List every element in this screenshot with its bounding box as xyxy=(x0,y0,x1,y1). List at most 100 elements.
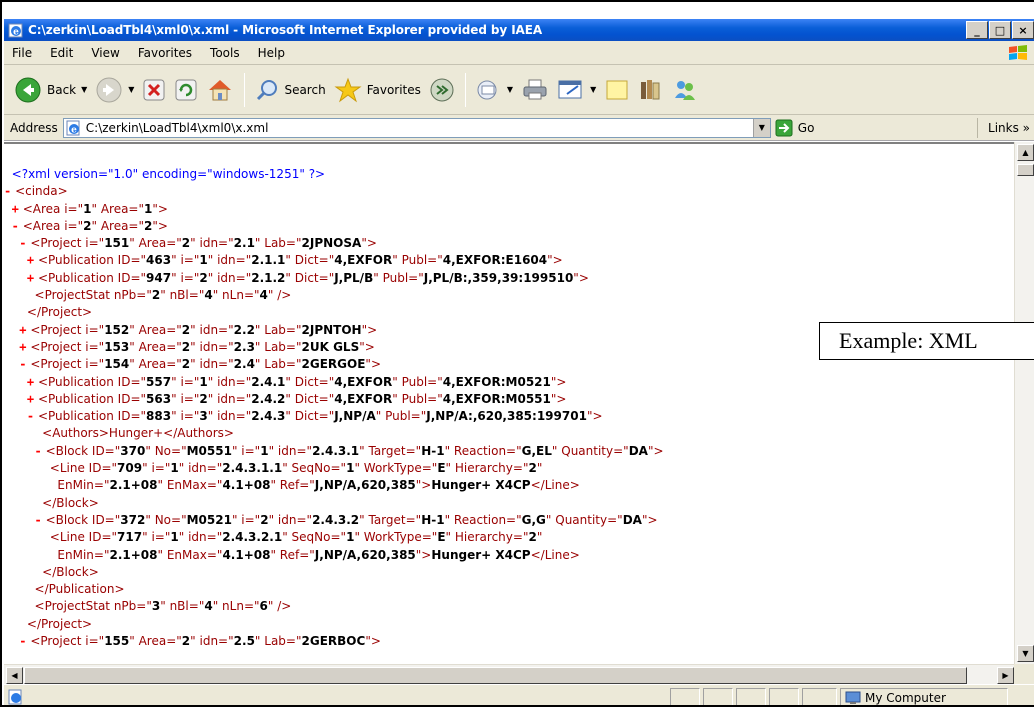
xml-line: <ProjectStat nPb="2" nBl="4" nLn="4" /> xyxy=(34,288,292,303)
xml-line: <Line ID="709" i="1" idn="2.4.3.1.1" Seq… xyxy=(49,461,543,476)
xml-line[interactable]: + <Publication ID="947" i="2" idn="2.1.2… xyxy=(4,270,664,287)
standard-toolbar: Back ▼ ▼ Search Favorites ▼ ▼ xyxy=(4,65,1034,115)
minimize-icon: _ xyxy=(974,23,980,37)
security-zone: My Computer xyxy=(840,688,1008,705)
xml-line: </Block> xyxy=(42,564,99,579)
minimize-button[interactable]: _ xyxy=(966,21,988,39)
horizontal-scrollbar[interactable]: ◀ ▶ xyxy=(4,664,1016,684)
page-icon: e xyxy=(66,120,80,135)
mail-icon xyxy=(477,80,497,99)
back-arrow-icon xyxy=(15,77,41,102)
messenger-icon xyxy=(675,80,696,100)
xml-line: </Publication> xyxy=(34,582,125,597)
media-icon xyxy=(430,78,454,101)
go-button[interactable]: Go xyxy=(775,119,815,137)
xml-line: <?xml version="1.0" encoding="windows-12… xyxy=(11,167,326,181)
go-label: Go xyxy=(797,120,815,135)
xml-line[interactable]: + <Project i="153" Area="2" idn="2.3" La… xyxy=(4,339,664,356)
toolbar-separator xyxy=(464,72,466,107)
address-label: Address xyxy=(10,120,58,135)
xml-tree: <?xml version="1.0" encoding="windows-12… xyxy=(4,166,664,650)
print-button[interactable] xyxy=(517,70,553,110)
window-title: C:\zerkin\LoadTbl4\xml0\x.xml - Microsof… xyxy=(28,23,543,37)
maximize-icon: □ xyxy=(994,23,1006,37)
xml-line[interactable]: + <Area i="1" Area="1"> xyxy=(4,201,664,218)
back-button[interactable]: Back ▼ xyxy=(10,70,91,110)
my-computer-icon xyxy=(845,691,861,704)
menu-file[interactable]: File xyxy=(4,46,41,60)
xml-line[interactable]: - <Publication ID="883" i="3" idn="2.4.3… xyxy=(4,408,664,425)
status-cell xyxy=(736,688,766,705)
menu-tools[interactable]: Tools xyxy=(201,46,249,60)
menu-help[interactable]: Help xyxy=(249,46,294,60)
print-icon xyxy=(523,79,547,99)
xml-line: </Block> xyxy=(42,495,99,510)
menu-favorites[interactable]: Favorites xyxy=(129,46,201,60)
home-icon xyxy=(209,79,232,100)
mail-button[interactable]: ▼ xyxy=(472,70,517,110)
xml-line[interactable]: + <Publication ID="557" i="1" idn="2.4.1… xyxy=(4,374,664,391)
toolbar-separator xyxy=(244,72,246,107)
xml-line[interactable]: - <Area i="2" Area="2"> xyxy=(4,218,664,235)
xml-line[interactable]: - <Project i="151" Area="2" idn="2.1" La… xyxy=(4,235,664,252)
xml-line: </Project> xyxy=(26,616,93,631)
page-status-icon xyxy=(8,689,22,705)
title-bar: e C:\zerkin\LoadTbl4\xml0\x.xml - Micros… xyxy=(4,19,1034,41)
favorites-star-icon xyxy=(334,77,362,102)
address-input[interactable]: e C:\zerkin\LoadTbl4\xml0\x.xml ▼ xyxy=(62,117,771,138)
forward-button[interactable]: ▼ xyxy=(91,70,138,110)
menu-view[interactable]: View xyxy=(82,46,128,60)
scroll-down-icon[interactable]: ▼ xyxy=(1017,645,1034,662)
mail-dropdown-icon[interactable]: ▼ xyxy=(507,85,513,94)
favorites-button[interactable]: Favorites xyxy=(330,70,425,110)
ie-page-icon: e xyxy=(8,23,23,38)
xml-line: </Project> xyxy=(26,305,93,320)
xml-line[interactable]: + <Project i="152" Area="2" idn="2.2" La… xyxy=(4,322,664,339)
status-bar: My Computer xyxy=(4,684,1034,705)
xml-line[interactable]: + <Publication ID="563" i="2" idn="2.4.2… xyxy=(4,391,664,408)
scroll-up-icon[interactable]: ▲ xyxy=(1017,144,1034,161)
refresh-button[interactable] xyxy=(170,70,202,110)
scroll-right-icon[interactable]: ▶ xyxy=(997,667,1014,684)
svg-text:e: e xyxy=(71,125,77,135)
status-cell xyxy=(670,688,700,705)
address-bar: Address e C:\zerkin\LoadTbl4\xml0\x.xml … xyxy=(4,115,1034,141)
vertical-scroll-thumb[interactable] xyxy=(1017,164,1034,176)
close-icon: × xyxy=(1018,23,1028,37)
zone-label: My Computer xyxy=(865,690,946,705)
links-button[interactable]: Links » xyxy=(977,117,1030,138)
discuss-button[interactable] xyxy=(600,70,634,110)
address-dropdown-icon[interactable]: ▼ xyxy=(752,118,770,137)
windows-flag-icon xyxy=(1009,45,1027,60)
horizontal-scroll-thumb[interactable] xyxy=(24,667,967,684)
stop-button[interactable] xyxy=(138,70,170,110)
xml-line[interactable]: - <Project i="154" Area="2" idn="2.4" La… xyxy=(4,356,664,373)
back-dropdown-icon[interactable]: ▼ xyxy=(81,85,87,94)
close-button[interactable]: × xyxy=(1012,21,1034,39)
xml-line[interactable]: - <cinda> xyxy=(4,183,664,200)
research-button[interactable] xyxy=(634,70,668,110)
scroll-left-icon[interactable]: ◀ xyxy=(6,667,23,684)
xml-line: <Line ID="717" i="1" idn="2.4.3.2.1" Seq… xyxy=(49,530,543,545)
maximize-button[interactable]: □ xyxy=(989,21,1011,39)
vertical-scrollbar[interactable]: ▲ ▼ xyxy=(1014,142,1034,664)
refresh-icon xyxy=(175,79,197,100)
status-cell xyxy=(769,688,799,705)
stop-icon xyxy=(143,79,165,100)
media-button[interactable] xyxy=(425,70,459,110)
xml-line[interactable]: - <Block ID="372" No="M0521" i="2" idn="… xyxy=(4,512,664,529)
xml-line[interactable]: + <Publication ID="463" i="1" idn="2.1.1… xyxy=(4,252,664,269)
xml-line[interactable]: - <Project i="155" Area="2" idn="2.5" La… xyxy=(4,633,664,650)
forward-dropdown-icon[interactable]: ▼ xyxy=(128,85,134,94)
menu-edit[interactable]: Edit xyxy=(41,46,82,60)
messenger-button[interactable] xyxy=(668,70,702,110)
home-button[interactable] xyxy=(202,70,238,110)
search-label: Search xyxy=(284,82,326,97)
window-controls: _ □ × xyxy=(966,21,1034,39)
edit-dropdown-icon[interactable]: ▼ xyxy=(590,85,596,94)
search-button[interactable]: Search xyxy=(251,70,329,110)
menu-bar: File Edit View Favorites Tools Help xyxy=(4,41,1034,65)
forward-arrow-icon xyxy=(96,77,122,102)
edit-button[interactable]: ▼ xyxy=(553,70,600,110)
xml-line[interactable]: - <Block ID="370" No="M0551" i="1" idn="… xyxy=(4,443,664,460)
